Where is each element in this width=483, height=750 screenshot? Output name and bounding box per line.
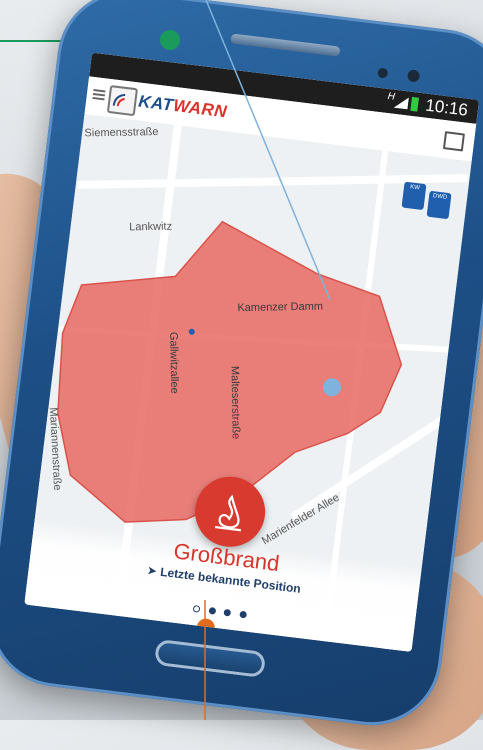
callout-line-blue	[204, 0, 331, 720]
